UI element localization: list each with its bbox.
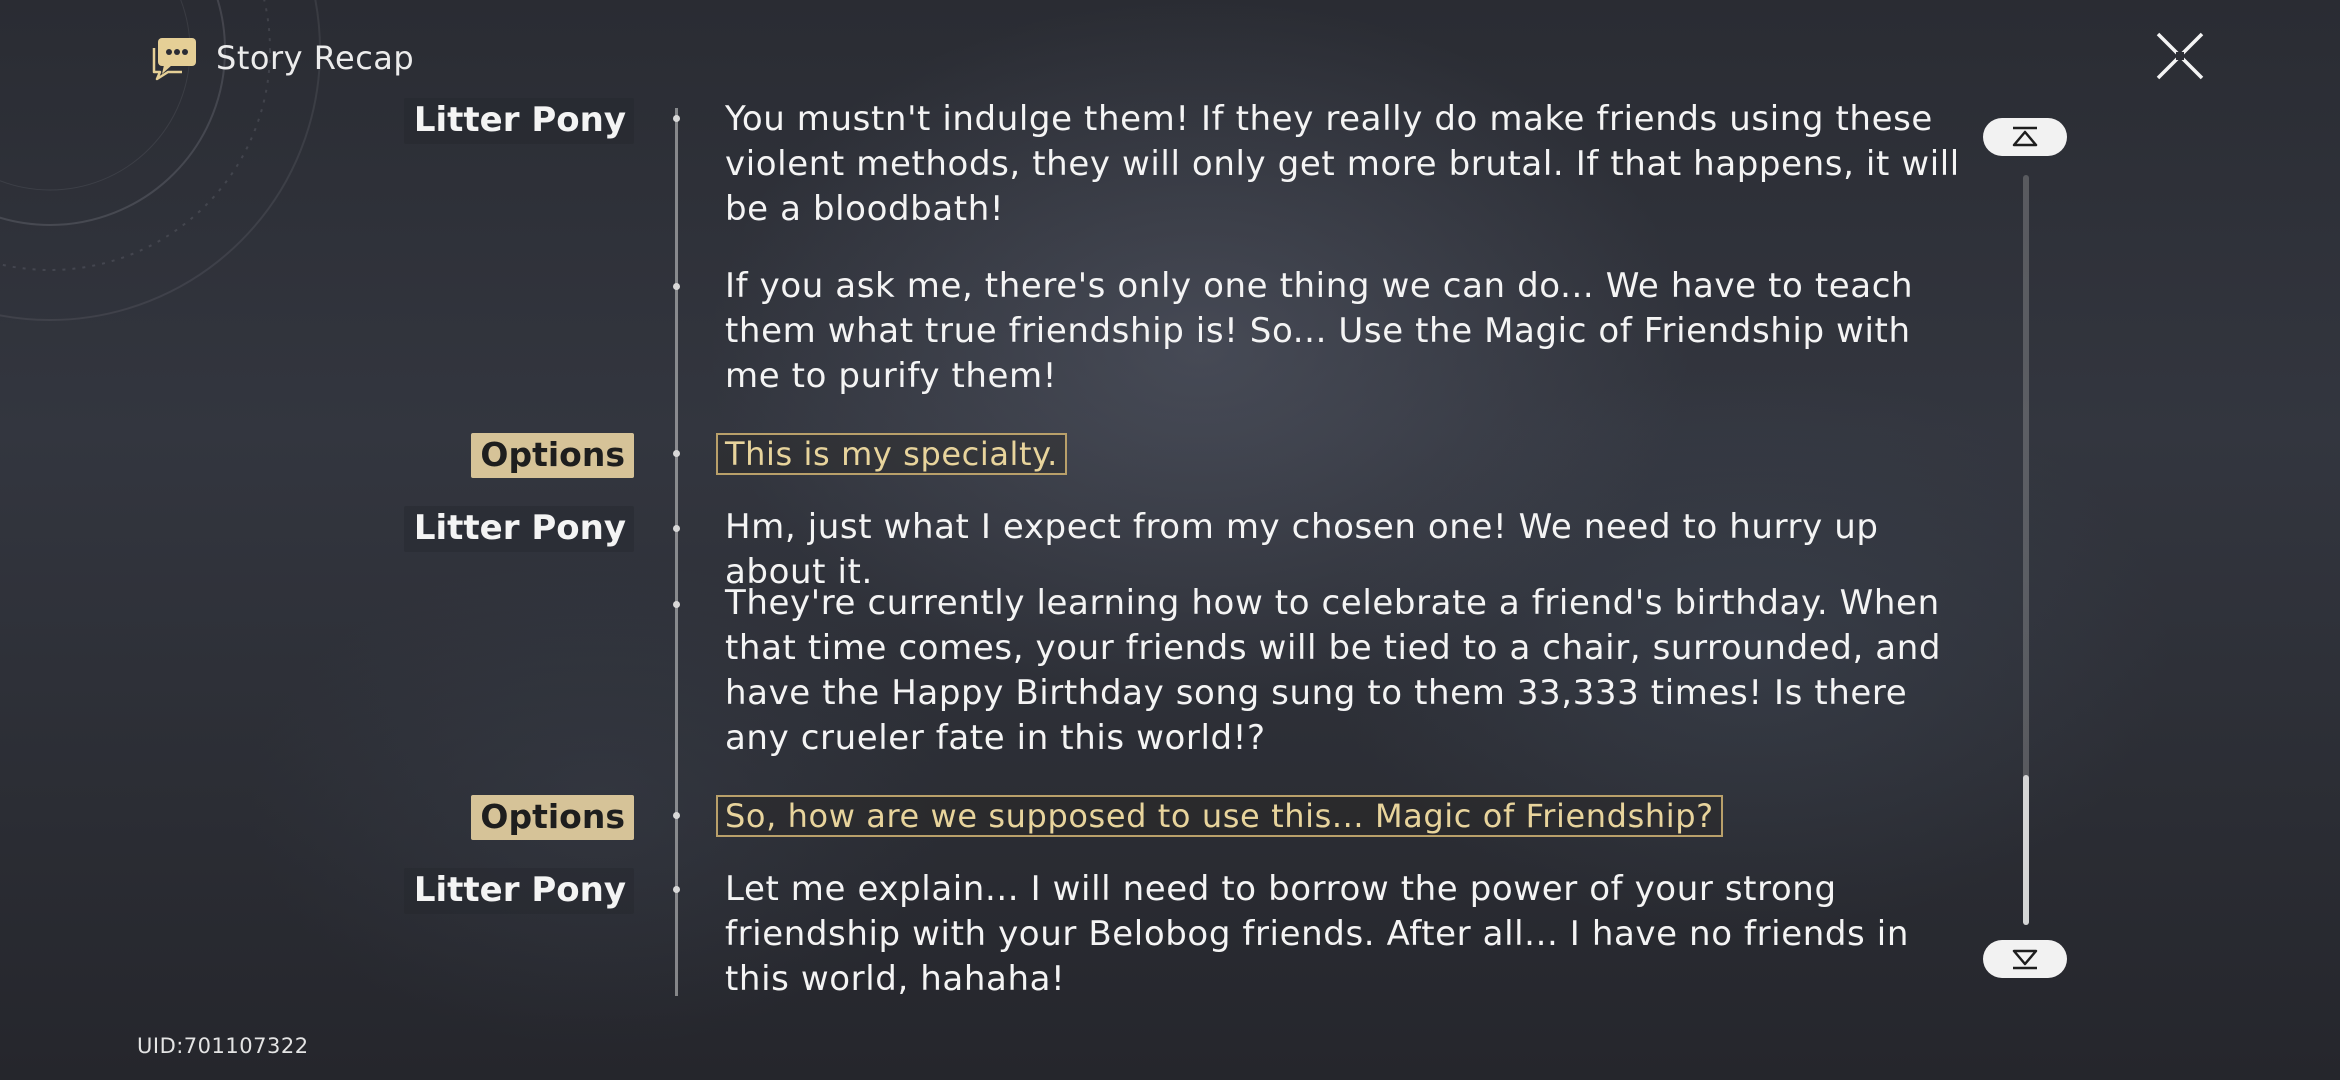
speaker-name: Litter Pony <box>403 506 634 552</box>
options-tag: Options <box>471 795 634 840</box>
dialogue-line: You mustn't indulge them! If they really… <box>725 99 1960 229</box>
timeline-dot <box>673 115 680 122</box>
timeline-dot <box>673 283 680 290</box>
selected-option: So, how are we supposed to use this... M… <box>716 795 1723 837</box>
timeline-line <box>675 108 678 996</box>
scroll-to-bottom-icon <box>2012 949 2038 970</box>
page-title: Story Recap <box>216 39 415 77</box>
scroll-to-bottom-button[interactable] <box>1983 940 2067 978</box>
scrollbar-thumb[interactable] <box>2023 775 2029 925</box>
speaker-name: Litter Pony <box>403 868 634 914</box>
timeline-dot <box>673 450 680 457</box>
timeline-dot <box>673 812 680 819</box>
dialogue-line: They're currently learning how to celebr… <box>725 583 1942 758</box>
scroll-to-top-icon <box>2012 126 2038 147</box>
dialogue-line: If you ask me, there's only one thing we… <box>725 266 1914 396</box>
user-id-label: UID:701107322 <box>137 1034 309 1058</box>
scroll-to-top-button[interactable] <box>1983 118 2067 156</box>
close-button[interactable] <box>2152 28 2208 84</box>
close-x-icon <box>2156 32 2204 80</box>
scrollbar-track[interactable] <box>2023 175 2029 925</box>
options-tag: Options <box>471 433 634 478</box>
timeline-dot <box>673 601 680 608</box>
dialogue-line: Let me explain... I will need to borrow … <box>725 869 1909 999</box>
speaker-name: Litter Pony <box>403 98 634 144</box>
selected-option: This is my specialty. <box>716 433 1067 475</box>
page-header: Story Recap <box>148 28 414 88</box>
timeline-dot <box>673 886 680 893</box>
timeline-dot <box>673 525 680 532</box>
chat-bubbles-icon <box>152 38 196 81</box>
